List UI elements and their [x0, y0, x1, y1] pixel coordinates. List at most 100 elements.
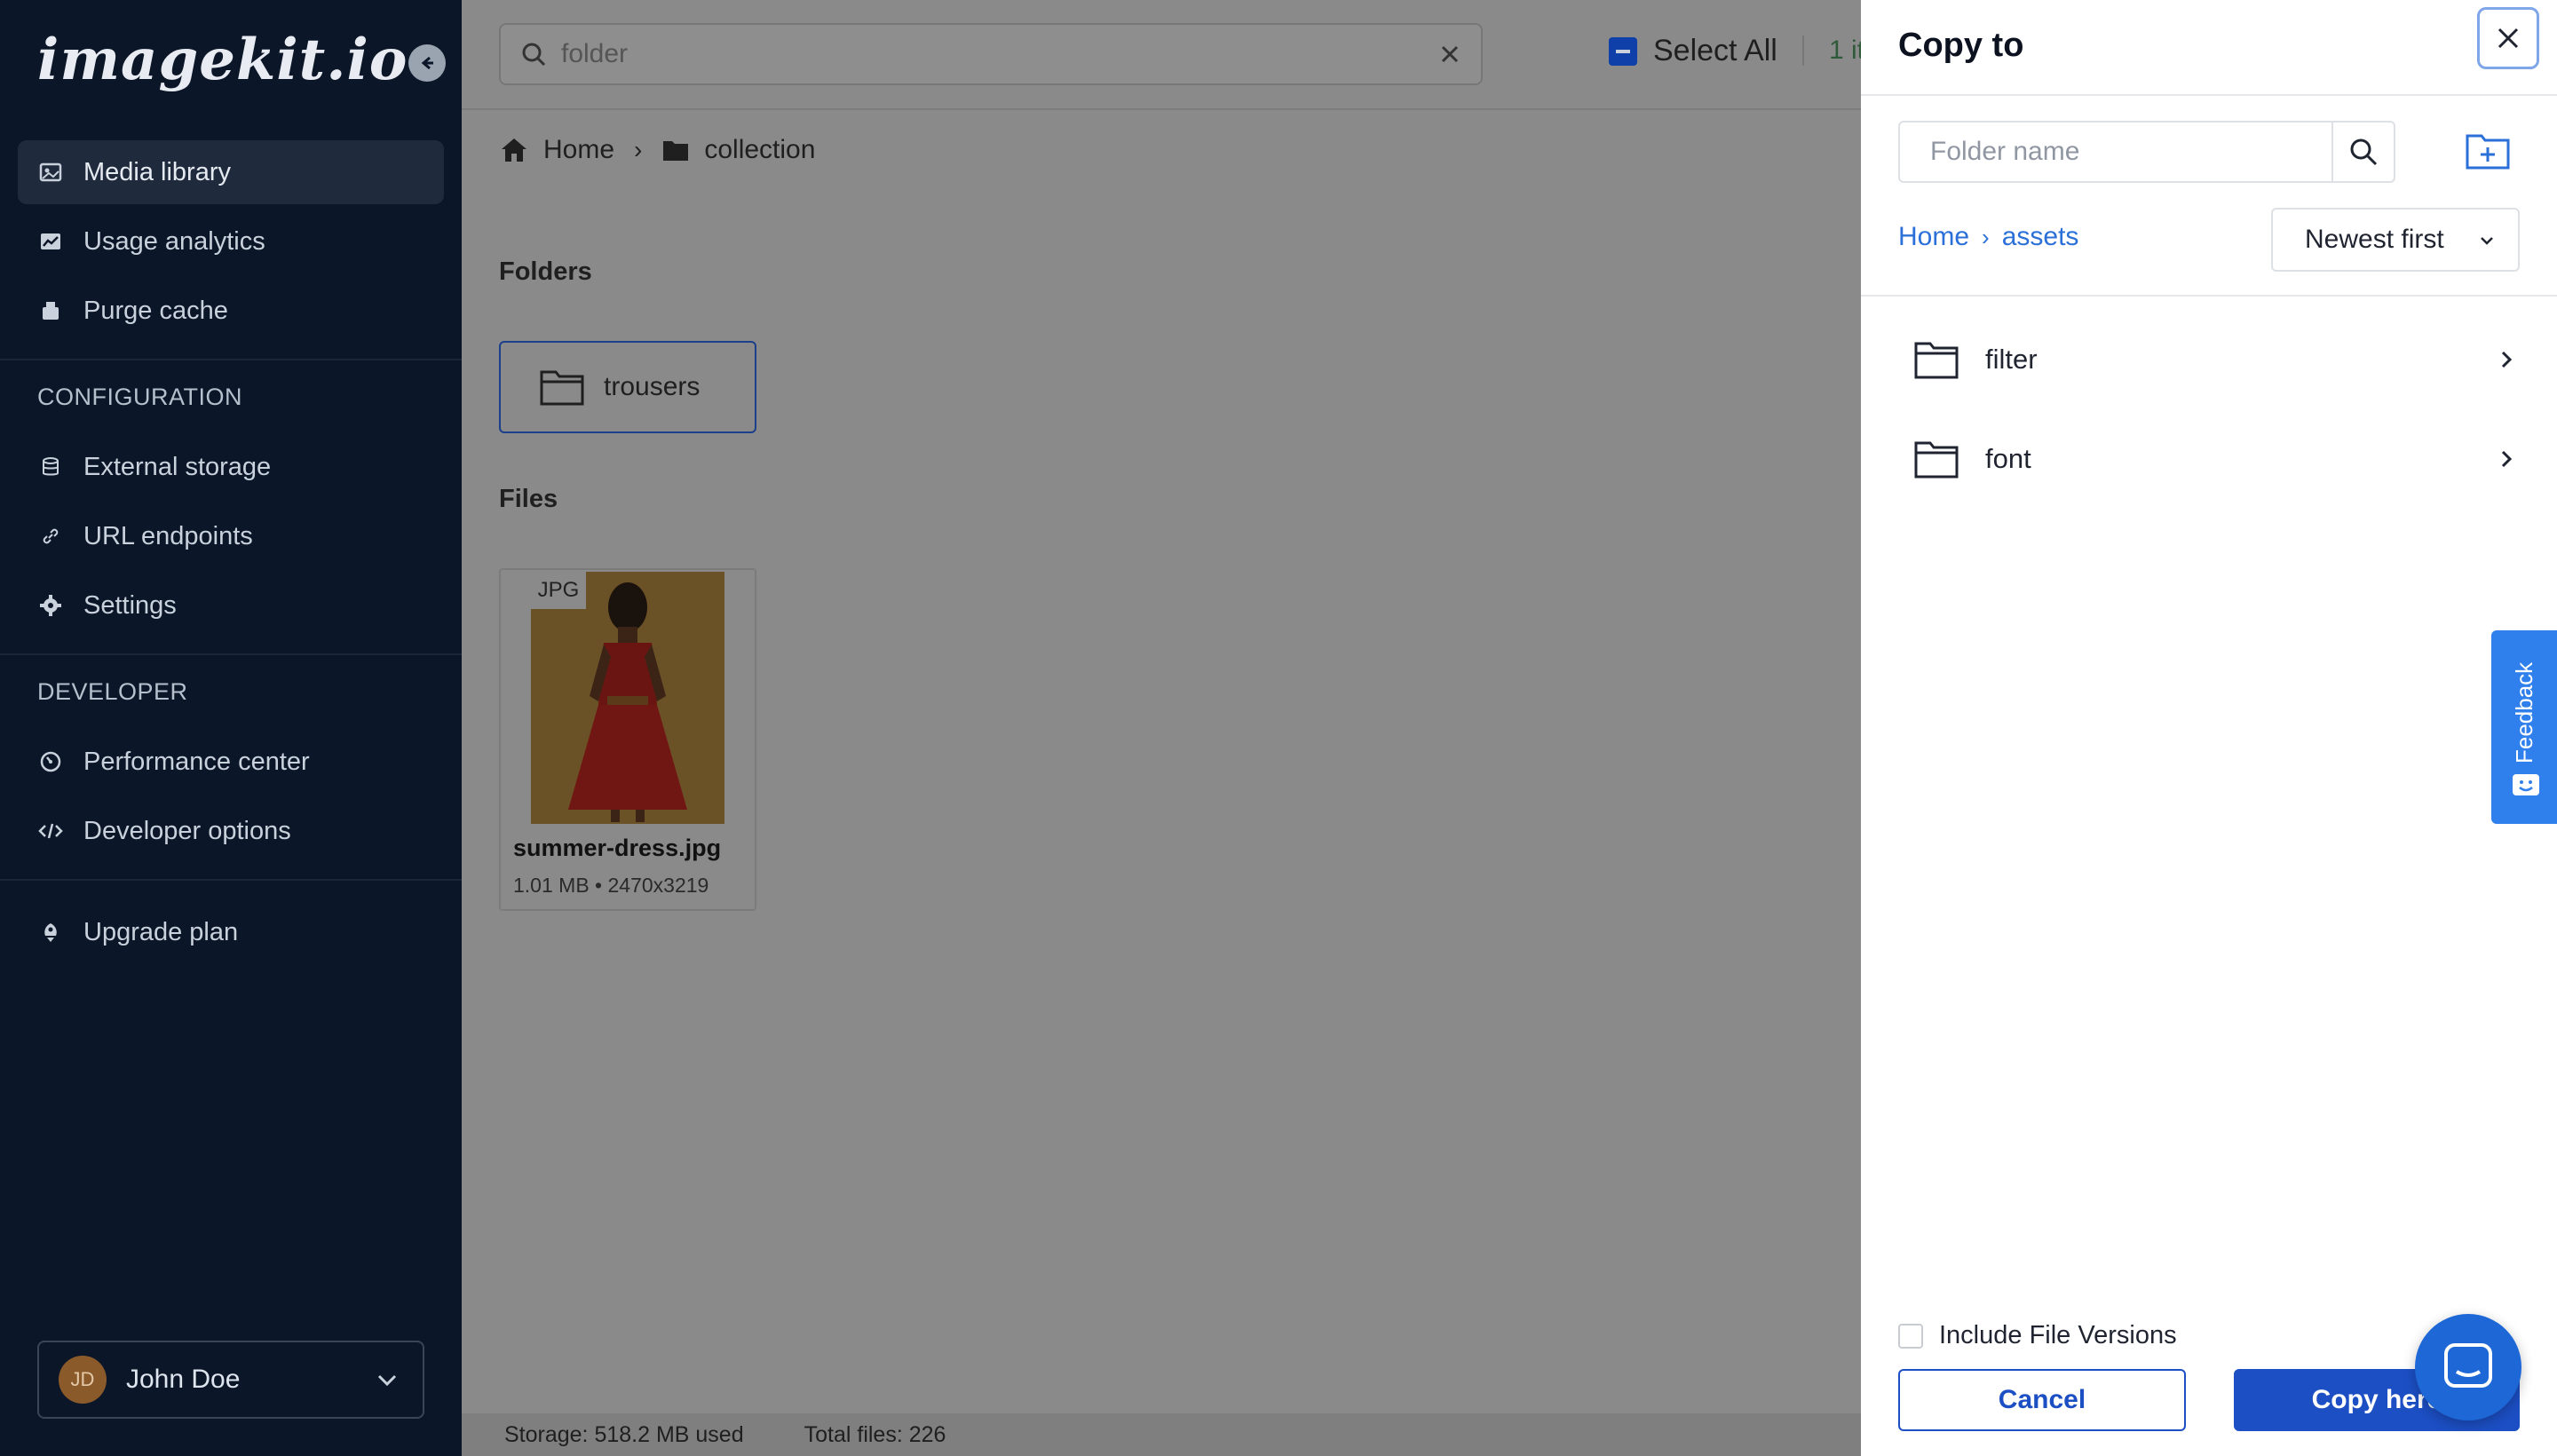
breadcrumb-separator: ›	[1982, 223, 1990, 250]
panel-breadcrumb-assets[interactable]: assets	[2002, 222, 2079, 252]
database-icon	[37, 454, 64, 480]
media-library-main: Select All 1 it Home › collection Folder…	[462, 0, 1865, 1456]
logo-row: imagekit.io	[37, 27, 446, 98]
folder-name: font	[1985, 443, 2031, 474]
sort-value: Newest first	[2305, 225, 2444, 254]
select-all-checkbox[interactable]: Select All	[1609, 34, 1777, 68]
folder-icon	[1914, 441, 1959, 479]
file-meta: 1.01 MB • 2470x3219	[513, 874, 709, 897]
rocket-icon	[37, 919, 64, 946]
sidebar-item-media-library[interactable]: Media library	[18, 140, 444, 204]
include-file-versions-checkbox[interactable]: Include File Versions	[1898, 1321, 2177, 1350]
arrow-left-icon	[421, 56, 433, 70]
user-menu[interactable]: JD John Doe	[37, 1341, 424, 1419]
folder-name: trousers	[604, 372, 701, 401]
sidebar-item-usage-analytics[interactable]: Usage analytics	[18, 210, 444, 273]
folder-icon	[1914, 342, 1959, 379]
breadcrumb-collection[interactable]: collection	[704, 135, 815, 165]
checkbox-box[interactable]	[1898, 1323, 1923, 1349]
close-button[interactable]	[2477, 7, 2539, 69]
collapse-sidebar-button[interactable]	[408, 44, 446, 82]
storage-used: Storage: 518.2 MB used	[504, 1421, 744, 1447]
chevron-right-icon[interactable]	[2495, 346, 2518, 373]
sidebar-item-label: Usage analytics	[83, 226, 265, 256]
user-name: John Doe	[126, 1365, 241, 1394]
section-title-developer: DEVELOPER	[37, 678, 188, 705]
brand-logo[interactable]: imagekit.io	[37, 27, 408, 93]
sidebar: imagekit.io Media library Usage analytic…	[0, 0, 462, 1456]
sidebar-divider	[0, 879, 462, 881]
folder-icon	[663, 141, 689, 161]
sidebar-item-performance-center[interactable]: Performance center	[18, 730, 444, 794]
breadcrumb: Home › collection	[499, 135, 815, 165]
feedback-label: Feedback	[2511, 661, 2537, 764]
total-files: Total files: 226	[804, 1421, 946, 1447]
sidebar-item-upgrade-plan[interactable]: Upgrade plan	[18, 900, 444, 964]
toolbar: Select All 1 it	[462, 0, 1865, 110]
cancel-button[interactable]: Cancel	[1898, 1369, 2186, 1431]
sidebar-divider	[0, 359, 462, 360]
file-card[interactable]: JPG summer-dress.jpg 1.01 MB • 2470x3219	[499, 568, 756, 911]
search-icon	[522, 43, 546, 67]
folder-icon	[540, 370, 584, 406]
sidebar-item-developer-options[interactable]: Developer options	[18, 799, 444, 863]
chevron-right-icon[interactable]	[2495, 446, 2518, 472]
sidebar-item-label: URL endpoints	[83, 521, 253, 550]
new-folder-button[interactable]	[2465, 130, 2511, 172]
panel-divider	[1861, 295, 2557, 297]
toolbar-divider	[1802, 36, 1804, 66]
folder-search-input[interactable]	[1900, 123, 2333, 181]
sidebar-item-label: Purge cache	[83, 296, 228, 325]
analytics-icon	[37, 228, 64, 255]
sidebar-item-label: Media library	[83, 157, 231, 186]
sidebar-item-label: Developer options	[83, 816, 291, 845]
media-library-icon	[37, 159, 64, 186]
status-bar: Storage: 518.2 MB used Total files: 226	[462, 1413, 1861, 1456]
breadcrumb-home[interactable]: Home	[543, 135, 614, 165]
file-thumbnail: JPG	[531, 572, 724, 824]
file-name: summer-dress.jpg	[513, 835, 722, 861]
panel-breadcrumb: Home › assets	[1898, 222, 2078, 252]
sidebar-item-label: Settings	[83, 590, 177, 620]
clear-search-icon[interactable]	[1438, 43, 1461, 66]
chat-launcher-button[interactable]	[2415, 1314, 2521, 1420]
folder-name: filter	[1985, 344, 2038, 375]
panel-header: Copy to	[1861, 0, 2557, 96]
file-type-badge: JPG	[531, 572, 586, 609]
home-icon	[502, 138, 526, 162]
sidebar-item-url-endpoints[interactable]: URL endpoints	[18, 504, 444, 568]
search-box	[499, 23, 1483, 85]
chat-icon	[2444, 1343, 2492, 1388]
folder-plus-icon	[2466, 134, 2510, 170]
feedback-tab[interactable]: Feedback	[2491, 630, 2557, 824]
folder-list-item[interactable]: font	[1914, 419, 2518, 499]
panel-breadcrumb-home[interactable]: Home	[1898, 222, 1969, 252]
search-input[interactable]	[561, 39, 1360, 69]
folder-card[interactable]: trousers	[499, 341, 756, 433]
sidebar-item-purge-cache[interactable]: Purge cache	[18, 279, 444, 343]
selected-count: 1 it	[1829, 36, 1865, 65]
sidebar-item-external-storage[interactable]: External storage	[18, 435, 444, 499]
folder-search-button[interactable]	[2331, 123, 2394, 181]
sidebar-item-settings[interactable]: Settings	[18, 574, 444, 637]
include-file-versions-label: Include File Versions	[1939, 1321, 2177, 1349]
chevron-down-icon	[377, 1374, 397, 1387]
select-all-label: Select All	[1653, 34, 1777, 67]
indeterminate-checkbox-icon	[1609, 36, 1637, 66]
sidebar-item-label: Upgrade plan	[83, 917, 239, 946]
folder-list-item[interactable]: filter	[1914, 320, 2518, 400]
sidebar-item-label: Performance center	[83, 747, 310, 776]
chevron-down-icon	[2481, 237, 2493, 245]
search-icon	[2350, 138, 2378, 166]
copy-to-panel: Copy to Home › assets Newest first filte…	[1861, 0, 2557, 1456]
avatar: JD	[59, 1356, 107, 1404]
code-icon	[37, 818, 64, 844]
folders-heading: Folders	[499, 257, 592, 286]
purge-cache-icon	[37, 297, 64, 324]
breadcrumb-separator: ›	[634, 136, 643, 163]
sidebar-item-label: External storage	[83, 452, 272, 481]
sort-select[interactable]: Newest first	[2271, 208, 2520, 272]
folder-search-box	[1898, 121, 2395, 183]
panel-title: Copy to	[1898, 27, 2024, 64]
link-icon	[37, 523, 64, 550]
